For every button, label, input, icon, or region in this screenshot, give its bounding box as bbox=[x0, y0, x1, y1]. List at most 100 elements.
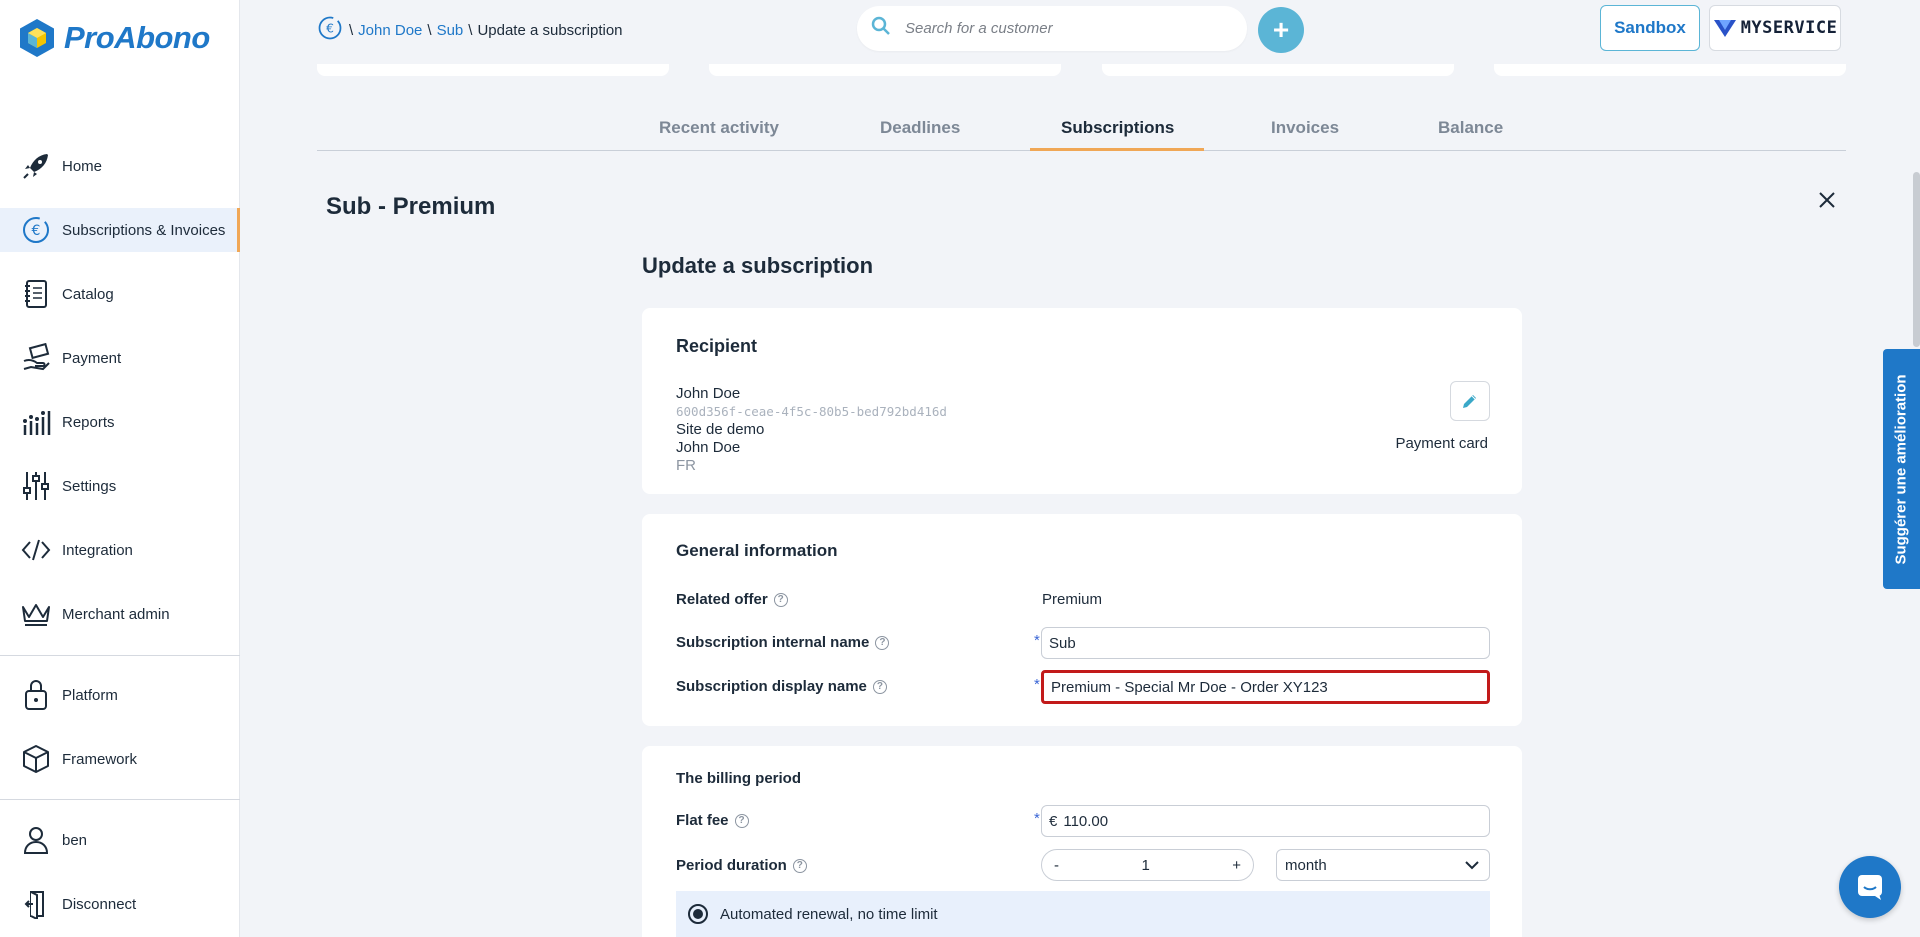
cube-icon bbox=[20, 743, 52, 775]
sidebar-item-user[interactable]: ben bbox=[0, 818, 240, 862]
renewal-radio[interactable] bbox=[688, 904, 708, 924]
sidebar-item-subscriptions-invoices[interactable]: € Subscriptions & Invoices bbox=[0, 208, 240, 252]
sidebar-item-disconnect[interactable]: Disconnect bbox=[0, 882, 240, 926]
recipient-details: John Doe 600d356f-ceae-4f5c-80b5-bed792b… bbox=[676, 385, 947, 475]
period-duration-value[interactable]: 1 bbox=[1141, 857, 1149, 874]
brand-name: ProAbono bbox=[64, 20, 210, 55]
sidebar-item-platform[interactable]: Platform bbox=[0, 673, 240, 717]
brand-logo[interactable]: ProAbono bbox=[18, 18, 210, 58]
breadcrumb-subscription-link[interactable]: Sub bbox=[437, 22, 464, 39]
sidebar-item-integration[interactable]: Integration bbox=[0, 528, 240, 572]
sidebar-item-label: Payment bbox=[62, 349, 122, 367]
flat-fee-value: 110.00 bbox=[1063, 812, 1109, 830]
svg-text:€: € bbox=[326, 21, 334, 35]
internal-name-input[interactable]: Sub bbox=[1041, 627, 1490, 659]
help-icon[interactable]: ? bbox=[792, 858, 807, 873]
myservice-logo-icon bbox=[1713, 20, 1736, 37]
help-icon[interactable]: ? bbox=[734, 813, 749, 828]
help-icon[interactable]: ? bbox=[773, 592, 788, 607]
sidebar-item-home[interactable]: Home bbox=[0, 144, 240, 188]
general-information-title: General information bbox=[676, 541, 838, 560]
add-button[interactable]: + bbox=[1258, 7, 1304, 53]
merchant-logo-text: MYSERVICE bbox=[1740, 18, 1838, 38]
summary-card bbox=[1102, 64, 1454, 76]
breadcrumb-separator: \ bbox=[349, 21, 354, 39]
renewal-option[interactable]: Automated renewal, no time limit bbox=[676, 891, 1490, 937]
sidebar-item-label: Framework bbox=[62, 750, 138, 768]
help-icon[interactable]: ? bbox=[875, 635, 890, 650]
close-button[interactable] bbox=[1815, 188, 1839, 212]
sandbox-button[interactable]: Sandbox bbox=[1600, 5, 1700, 51]
sidebar-item-label: Merchant admin bbox=[62, 605, 170, 623]
chevron-down-icon bbox=[1465, 860, 1479, 869]
tab-invoices[interactable]: Invoices bbox=[1271, 118, 1339, 138]
summary-card bbox=[317, 64, 669, 76]
internal-name-label: Subscription internal name ? bbox=[676, 634, 890, 651]
plus-icon: + bbox=[1272, 14, 1290, 45]
recipient-country: FR bbox=[676, 457, 696, 474]
page-scrollbar[interactable] bbox=[1913, 172, 1920, 347]
breadcrumb-customer-link[interactable]: John Doe bbox=[358, 22, 422, 39]
crown-icon bbox=[20, 598, 52, 630]
tab-subscriptions[interactable]: Subscriptions bbox=[1061, 118, 1174, 138]
breadcrumb: € \ John Doe \ Sub \ Update a subscripti… bbox=[316, 14, 623, 46]
sidebar-divider bbox=[0, 655, 240, 656]
top-bar: € \ John Doe \ Sub \ Update a subscripti… bbox=[240, 0, 1920, 56]
related-offer-value: Premium bbox=[1042, 591, 1103, 608]
increment-button[interactable]: + bbox=[1232, 857, 1241, 874]
period-duration-label: Period duration ? bbox=[676, 857, 807, 874]
recipient-name: John Doe bbox=[676, 385, 741, 402]
sidebar-item-label: Disconnect bbox=[62, 895, 137, 913]
period-duration-stepper: - 1 + bbox=[1041, 849, 1254, 881]
recipient-site: Site de demo bbox=[676, 421, 765, 438]
sidebar-item-settings[interactable]: Settings bbox=[0, 464, 240, 508]
display-name-input[interactable]: Premium - Special Mr Doe - Order XY123 bbox=[1041, 670, 1490, 704]
breadcrumb-separator: \ bbox=[468, 21, 473, 39]
active-tab-indicator bbox=[1030, 148, 1204, 151]
chat-button[interactable] bbox=[1839, 856, 1901, 918]
recipient-contact: John Doe bbox=[676, 439, 741, 456]
chart-icon bbox=[20, 406, 52, 438]
sidebar-divider bbox=[0, 799, 240, 800]
flat-fee-input[interactable]: € 110.00 bbox=[1041, 805, 1490, 837]
period-unit-select[interactable]: month bbox=[1276, 849, 1490, 881]
sidebar-item-label: Reports bbox=[62, 413, 115, 431]
notebook-icon bbox=[20, 278, 52, 310]
sidebar-item-label: ben bbox=[62, 831, 88, 849]
decrement-button[interactable]: - bbox=[1054, 857, 1059, 874]
page-title: Sub - Premium bbox=[326, 193, 496, 220]
sidebar: ProAbono Home € Subscriptions & Invoices… bbox=[0, 0, 240, 937]
sidebar-item-framework[interactable]: Framework bbox=[0, 737, 240, 781]
renewal-option-label: Automated renewal, no time limit bbox=[720, 905, 938, 923]
recipient-title: Recipient bbox=[676, 336, 758, 356]
billing-period-title: The billing period bbox=[676, 770, 801, 787]
user-icon bbox=[20, 824, 52, 856]
sidebar-item-reports[interactable]: Reports bbox=[0, 400, 240, 444]
search-icon bbox=[871, 16, 891, 41]
tab-recent-activity[interactable]: Recent activity bbox=[659, 118, 779, 138]
sidebar-item-catalog[interactable]: Catalog bbox=[0, 272, 240, 316]
breadcrumb-separator: \ bbox=[427, 21, 432, 39]
search-bar bbox=[857, 6, 1247, 51]
tab-balance[interactable]: Balance bbox=[1438, 118, 1503, 138]
euro-cycle-icon: € bbox=[20, 214, 52, 246]
display-name-label-text: Subscription display name bbox=[676, 678, 867, 695]
section-title: Update a subscription bbox=[642, 253, 874, 278]
internal-name-label-text: Subscription internal name bbox=[676, 634, 870, 651]
proabono-logo-icon bbox=[20, 19, 54, 57]
sidebar-item-label: Subscriptions & Invoices bbox=[62, 221, 226, 239]
summary-card bbox=[709, 64, 1061, 76]
required-marker: * bbox=[1034, 810, 1040, 827]
breadcrumb-current: Update a subscription bbox=[477, 21, 623, 39]
edit-recipient-button[interactable] bbox=[1450, 381, 1490, 421]
tab-deadlines[interactable]: Deadlines bbox=[880, 118, 960, 138]
merchant-logo-button[interactable]: MYSERVICE bbox=[1709, 5, 1841, 51]
help-icon[interactable]: ? bbox=[872, 679, 887, 694]
chat-icon bbox=[1858, 875, 1882, 900]
search-input[interactable] bbox=[905, 20, 1205, 37]
recipient-id: 600d356f-ceae-4f5c-80b5-bed792bd416d bbox=[676, 404, 947, 419]
sidebar-item-merchant-admin[interactable]: Merchant admin bbox=[0, 592, 240, 636]
sidebar-item-payment[interactable]: Payment bbox=[0, 336, 240, 380]
summary-card bbox=[1494, 64, 1846, 76]
suggest-improvement-tab[interactable]: Suggérer une amélioration bbox=[1883, 349, 1920, 589]
